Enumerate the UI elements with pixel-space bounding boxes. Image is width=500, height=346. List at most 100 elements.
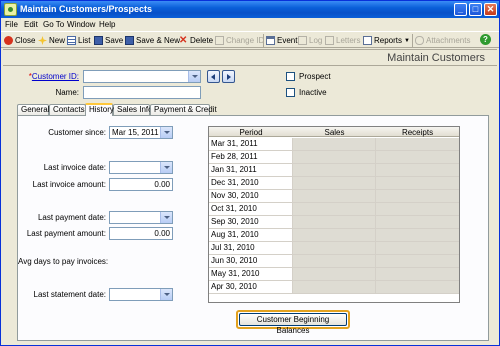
table-row[interactable]: Apr 30, 2010: [209, 281, 459, 294]
inactive-checkbox[interactable]: [286, 88, 295, 97]
customer-beginning-balances-button[interactable]: Customer Beginning Balances: [236, 310, 350, 335]
delete-button[interactable]: ✕ Delete: [179, 35, 213, 46]
table-row[interactable]: Jun 30, 2010: [209, 255, 459, 268]
last-invoice-amount-field[interactable]: 0.00: [109, 178, 173, 191]
period-cell: Mar 31, 2011: [209, 138, 293, 150]
tab-general[interactable]: General: [17, 104, 49, 115]
help-icon[interactable]: ?: [480, 34, 491, 45]
event-button[interactable]: Event: [266, 35, 297, 46]
prospect-checkbox[interactable]: [286, 72, 295, 81]
last-invoice-date-combo[interactable]: [109, 161, 173, 174]
column-header-sales[interactable]: Sales: [293, 128, 376, 137]
new-sparkle-icon: [38, 36, 47, 45]
receipts-cell[interactable]: [376, 151, 459, 163]
table-row[interactable]: Jan 31, 2011: [209, 164, 459, 177]
receipts-cell[interactable]: [376, 177, 459, 189]
table-row[interactable]: Dec 31, 2010: [209, 177, 459, 190]
chevron-down-icon[interactable]: [160, 212, 172, 223]
table-row[interactable]: Jul 31, 2010: [209, 242, 459, 255]
receipts-cell[interactable]: [376, 164, 459, 176]
history-panel: Customer since: Mar 15, 2011 Last invoic…: [17, 115, 489, 341]
chevron-down-icon[interactable]: [188, 71, 200, 82]
maximize-button[interactable]: □: [469, 3, 482, 16]
sales-cell[interactable]: [293, 255, 376, 267]
sales-cell[interactable]: [293, 177, 376, 189]
last-statement-date-combo[interactable]: [109, 288, 173, 301]
previous-record-button[interactable]: [207, 70, 220, 83]
customer-since-combo[interactable]: Mar 15, 2011: [109, 126, 173, 139]
sales-cell[interactable]: [293, 268, 376, 280]
toolbar: Close New List Save Save & New ✕ Delete …: [1, 31, 499, 48]
list-icon: [67, 36, 76, 45]
receipts-cell[interactable]: [376, 268, 459, 280]
sales-cell[interactable]: [293, 229, 376, 241]
period-cell: Feb 28, 2011: [209, 151, 293, 163]
toolbar-separator: [263, 34, 264, 47]
close-circle-icon: [4, 36, 13, 45]
sales-cell[interactable]: [293, 151, 376, 163]
last-payment-amount-field[interactable]: 0.00: [109, 227, 173, 240]
column-header-period[interactable]: Period: [209, 128, 293, 137]
sales-cell[interactable]: [293, 190, 376, 202]
menu-window[interactable]: Window: [67, 20, 95, 29]
sales-cell[interactable]: [293, 216, 376, 228]
receipts-cell[interactable]: [376, 138, 459, 150]
customer-since-label: Customer since:: [48, 128, 106, 137]
period-cell: Apr 30, 2010: [209, 281, 293, 293]
menu-bar: File Edit Go To Window Help: [1, 18, 499, 31]
receipts-cell[interactable]: [376, 229, 459, 241]
menu-help[interactable]: Help: [99, 20, 115, 29]
new-button[interactable]: New: [38, 35, 65, 46]
table-row[interactable]: Sep 30, 2010: [209, 216, 459, 229]
table-row[interactable]: Mar 31, 2011: [209, 138, 459, 151]
sales-cell[interactable]: [293, 203, 376, 215]
chevron-down-icon[interactable]: [160, 127, 172, 138]
tab-sales-info[interactable]: Sales Info: [113, 104, 153, 115]
sales-cell[interactable]: [293, 138, 376, 150]
save-new-button[interactable]: Save & New: [125, 35, 180, 46]
receipts-cell[interactable]: [376, 190, 459, 202]
attachments-button[interactable]: Attachments: [415, 35, 470, 46]
receipts-cell[interactable]: [376, 281, 459, 293]
sales-cell[interactable]: [293, 164, 376, 176]
list-button[interactable]: List: [67, 35, 90, 46]
menu-goto[interactable]: Go To: [43, 20, 64, 29]
column-header-receipts[interactable]: Receipts: [376, 128, 459, 137]
table-row[interactable]: Aug 31, 2010: [209, 229, 459, 242]
receipts-cell[interactable]: [376, 255, 459, 267]
last-payment-date-label: Last payment date:: [37, 213, 106, 222]
customer-id-combo[interactable]: [83, 70, 201, 83]
tab-contacts[interactable]: Contacts: [49, 104, 86, 115]
sales-cell[interactable]: [293, 281, 376, 293]
period-cell: Jul 31, 2010: [209, 242, 293, 254]
change-id-button[interactable]: Change ID: [215, 35, 264, 46]
name-field[interactable]: [83, 86, 201, 99]
minimize-button[interactable]: _: [454, 3, 467, 16]
reports-button[interactable]: Reports ▼: [363, 35, 410, 46]
next-record-button[interactable]: [222, 70, 235, 83]
table-row[interactable]: Feb 28, 2011: [209, 151, 459, 164]
reports-icon: [363, 36, 372, 45]
receipts-cell[interactable]: [376, 242, 459, 254]
log-button[interactable]: Log: [298, 35, 322, 46]
title-bar[interactable]: Maintain Customers/Prospects _ □ ✕: [1, 1, 499, 18]
menu-file[interactable]: File: [5, 20, 18, 29]
chevron-down-icon[interactable]: [160, 162, 172, 173]
event-calendar-icon: [266, 36, 275, 45]
tab-payment-credit[interactable]: Payment & Credit: [150, 104, 217, 115]
header-divider: [3, 65, 497, 66]
sales-cell[interactable]: [293, 242, 376, 254]
receipts-cell[interactable]: [376, 203, 459, 215]
last-payment-date-combo[interactable]: [109, 211, 173, 224]
chevron-down-icon[interactable]: [160, 289, 172, 300]
save-button[interactable]: Save: [94, 35, 123, 46]
tab-history[interactable]: History: [85, 103, 114, 116]
close-window-button[interactable]: ✕: [484, 3, 497, 16]
table-row[interactable]: Nov 30, 2010: [209, 190, 459, 203]
receipts-cell[interactable]: [376, 216, 459, 228]
table-row[interactable]: Oct 31, 2010: [209, 203, 459, 216]
letters-button[interactable]: Letters: [325, 35, 360, 46]
table-row[interactable]: May 31, 2010: [209, 268, 459, 281]
close-button[interactable]: Close: [4, 35, 35, 46]
menu-edit[interactable]: Edit: [24, 20, 38, 29]
